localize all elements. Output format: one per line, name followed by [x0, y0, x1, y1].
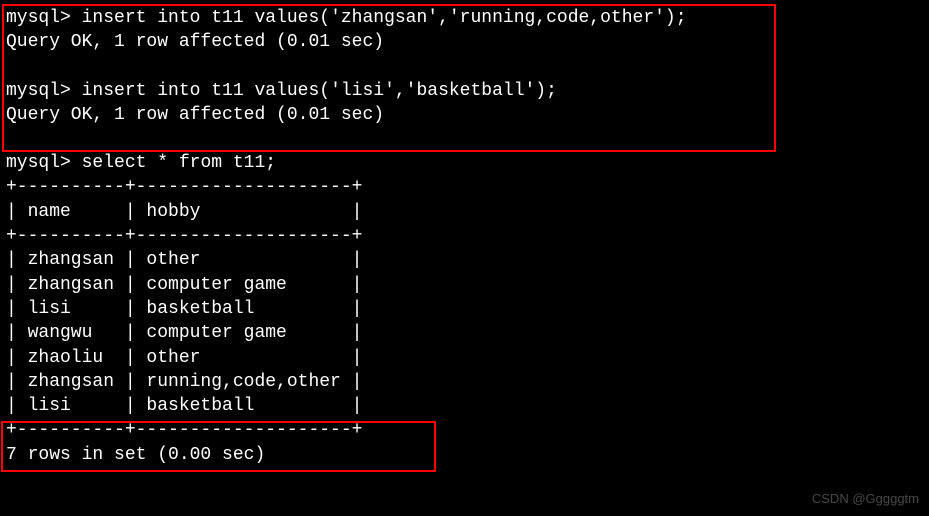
query-result: Query OK, 1 row affected (0.01 sec): [6, 30, 929, 54]
table-row: | zhangsan | computer game |: [6, 273, 929, 297]
terminal-line: mysql> insert into t11 values('lisi','ba…: [6, 79, 929, 103]
table-row: | zhaoliu | other |: [6, 346, 929, 370]
rows-in-set: 7 rows in set (0.00 sec): [6, 443, 929, 467]
watermark-text: CSDN @Gggggtm: [812, 490, 919, 508]
table-row: | zhangsan | other |: [6, 248, 929, 272]
table-row: | lisi | basketball |: [6, 394, 929, 418]
terminal-line: mysql> select * from t11;: [6, 151, 929, 175]
blank-line: [6, 127, 929, 151]
table-border: +----------+--------------------+: [6, 175, 929, 199]
table-header: | name | hobby |: [6, 200, 929, 224]
table-row: | lisi | basketball |: [6, 297, 929, 321]
query-result: Query OK, 1 row affected (0.01 sec): [6, 103, 929, 127]
terminal-line: mysql> insert into t11 values('zhangsan'…: [6, 6, 929, 30]
mysql-prompt: mysql>: [6, 8, 71, 28]
blank-line: [6, 55, 929, 79]
table-row: | zhangsan | running,code,other |: [6, 370, 929, 394]
sql-insert-command: insert into t11 values('zhangsan','runni…: [82, 8, 687, 28]
mysql-prompt: mysql>: [6, 81, 71, 101]
table-row: | wangwu | computer game |: [6, 321, 929, 345]
table-border: +----------+--------------------+: [6, 224, 929, 248]
mysql-prompt: mysql>: [6, 153, 71, 173]
sql-select-command: select * from t11;: [82, 153, 276, 173]
sql-insert-command: insert into t11 values('lisi','basketbal…: [82, 81, 557, 101]
table-border: +----------+--------------------+: [6, 418, 929, 442]
